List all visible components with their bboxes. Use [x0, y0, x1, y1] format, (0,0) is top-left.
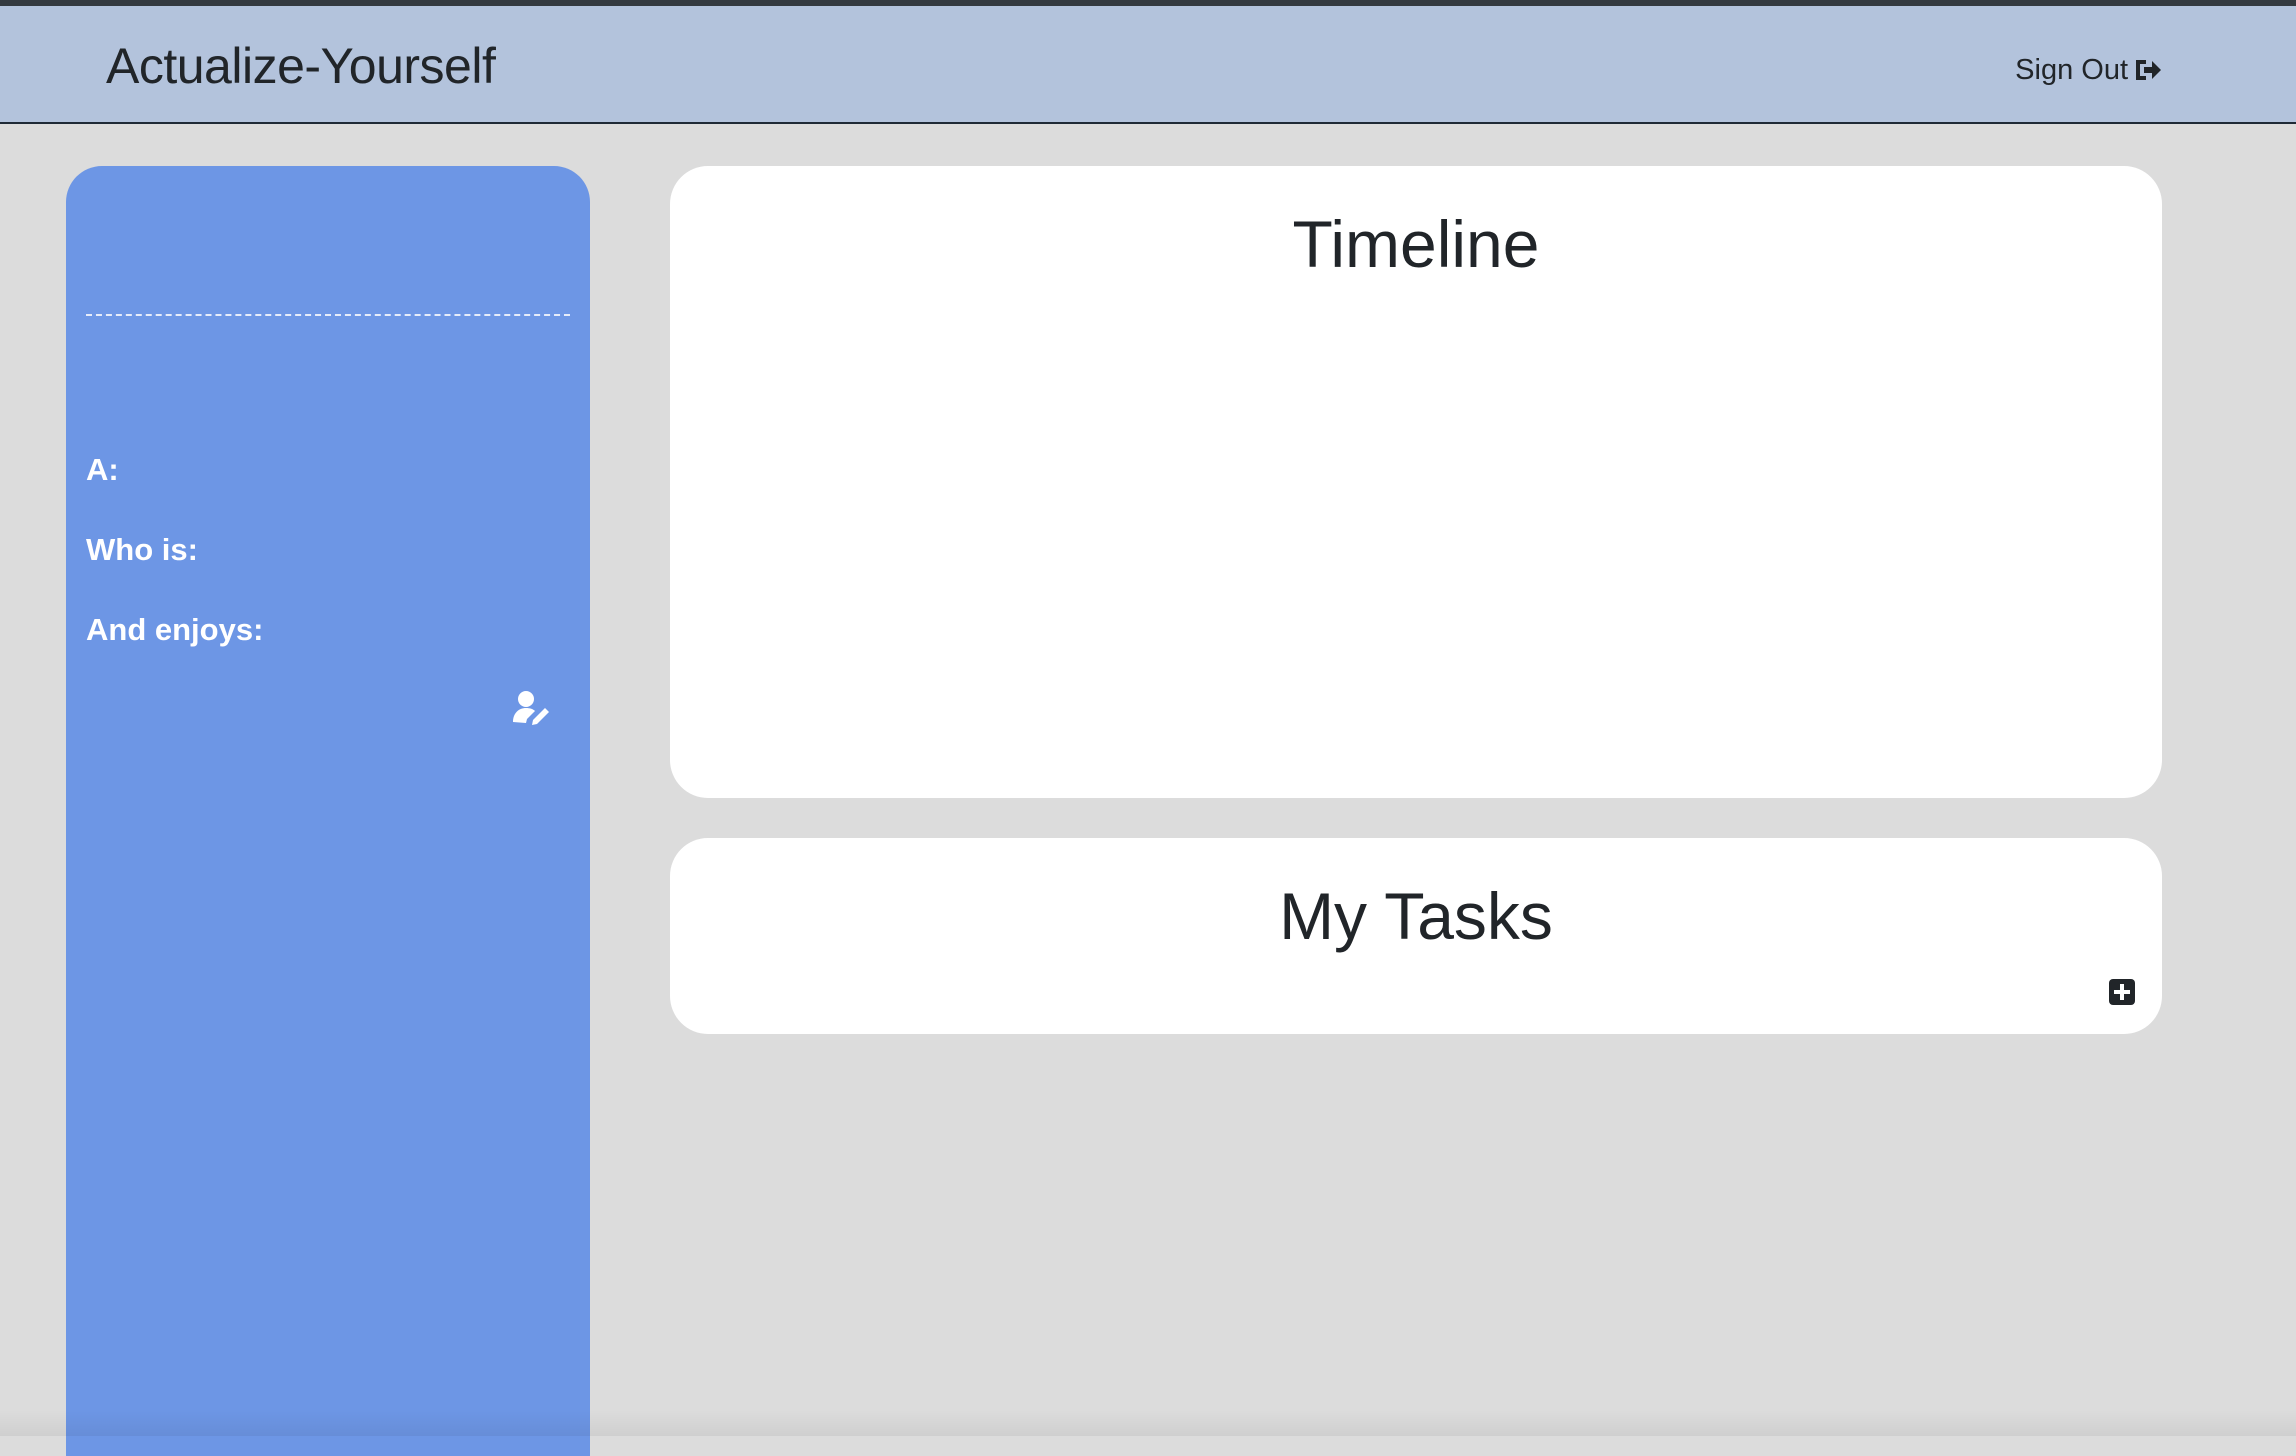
timeline-title: Timeline [1292, 207, 1540, 281]
profile-sidebar: A: Who is: And enjoys: [66, 166, 590, 1456]
timeline-card: Timeline [670, 166, 2162, 798]
add-task-button[interactable] [2108, 978, 2136, 1006]
sign-out-label: Sign Out [2015, 54, 2128, 86]
tasks-title: My Tasks [1279, 879, 1553, 953]
plus-square-icon [2109, 979, 2135, 1005]
sign-out-button[interactable]: Sign Out [2015, 50, 2162, 90]
profile-label-enjoys: And enjoys: [86, 612, 264, 647]
user-edit-icon[interactable] [512, 688, 552, 728]
sign-out-icon [2134, 57, 2162, 83]
profile-label-a: A: [86, 452, 119, 487]
tasks-card: My Tasks [670, 838, 2162, 1034]
profile-label-who-is: Who is: [86, 532, 198, 567]
navbar: Actualize-Yourself Sign Out [0, 6, 2296, 124]
brand-title[interactable]: Actualize-Yourself [106, 34, 496, 98]
sidebar-divider [86, 314, 570, 316]
